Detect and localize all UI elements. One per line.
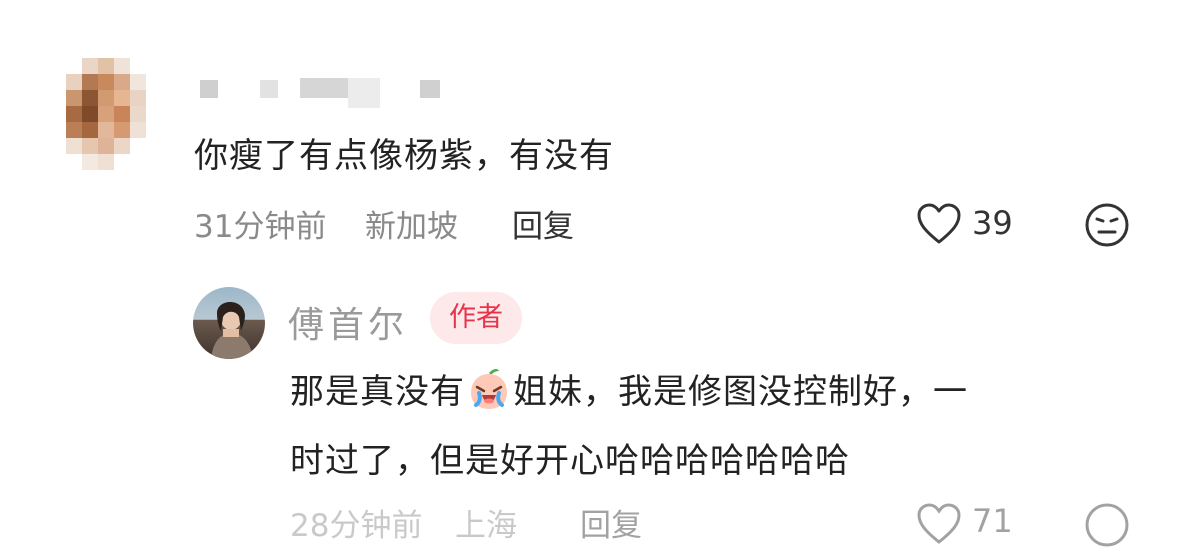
reply-meh-face-icon[interactable] (1084, 502, 1130, 548)
reply-text-line1: 那是真没有 姐妹，我是修图没控制好，一 (290, 364, 968, 413)
crying-laughing-peach-icon (467, 367, 511, 411)
comment-like-count: 39 (972, 204, 1013, 242)
comment-text: 你瘦了有点像杨紫，有没有 (194, 136, 614, 176)
heart-outline-icon[interactable] (916, 202, 962, 246)
commenter-name-blurred[interactable] (200, 78, 450, 108)
comment-location: 新加坡 (365, 209, 458, 245)
reply-text-line2: 时过了，但是好开心哈哈哈哈哈哈哈 (290, 441, 850, 481)
author-name[interactable]: 傅首尔 (288, 296, 408, 348)
reply-text-part1: 那是真没有 (290, 372, 465, 412)
reply-location: 上海 (455, 508, 517, 544)
commenter-avatar[interactable] (60, 58, 164, 178)
meh-face-icon[interactable] (1084, 202, 1130, 248)
reply-time: 28分钟前 (290, 508, 423, 544)
author-avatar[interactable] (193, 287, 265, 359)
reply-reply-button[interactable]: 回复 (580, 500, 642, 545)
reply-text-part2: 姐妹，我是修图没控制好，一 (513, 372, 968, 412)
reply-like-count: 71 (972, 502, 1013, 540)
comment-time: 31分钟前 (194, 209, 327, 245)
reply-heart-outline-icon[interactable] (916, 502, 962, 546)
author-badge: 作者 (430, 292, 522, 344)
comment-reply-button[interactable]: 回复 (512, 201, 574, 246)
